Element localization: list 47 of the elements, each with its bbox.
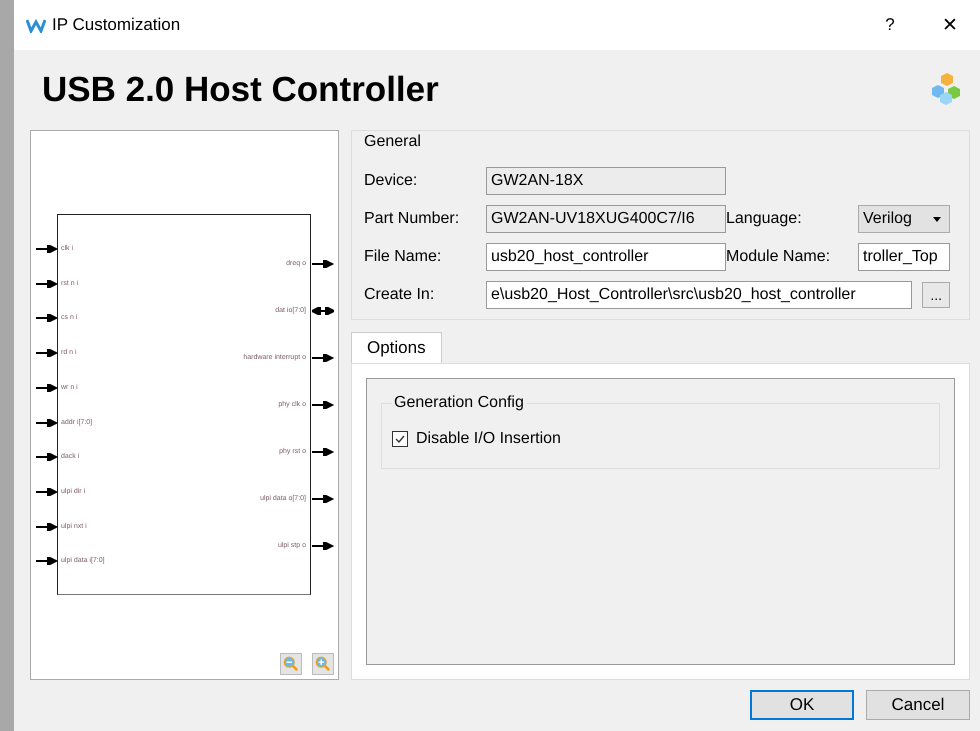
bidirectional-arrow-icon: [312, 307, 334, 315]
input-arrow-icon: [36, 349, 58, 358]
help-button[interactable]: ?: [860, 5, 920, 45]
caret-icon: [933, 216, 941, 222]
checkbox[interactable]: [392, 431, 408, 447]
browse-button[interactable]: ...: [922, 282, 950, 308]
output-arrow-icon: [312, 495, 334, 503]
device-field[interactable]: GW2AN-18X: [486, 167, 726, 195]
magnifier-minus-icon: [283, 656, 299, 672]
group-title: Generation Config: [392, 394, 526, 412]
checkbox-label: Disable I/O Insertion: [416, 430, 561, 448]
output-arrow-icon: [312, 401, 334, 409]
logo-icon: [26, 17, 46, 33]
ok-button[interactable]: OK: [750, 690, 854, 720]
input-arrow-icon: [36, 418, 58, 426]
cancel-button[interactable]: Cancel: [866, 690, 970, 720]
input-arrow-icon: [36, 314, 58, 322]
part-number-field[interactable]: GW2AN-UV18XUG400C7/I6: [486, 205, 726, 233]
module-name-field[interactable]: troller_Top: [858, 243, 950, 271]
input-arrow-icon: [36, 522, 58, 531]
input-arrow-icon: [36, 453, 58, 462]
options-tab[interactable]: Options: [351, 332, 442, 363]
checkmark-icon: [394, 433, 406, 445]
output-arrow-icon: [312, 542, 334, 550]
close-button[interactable]: ✕: [920, 5, 980, 45]
zoom-out-button[interactable]: [280, 653, 302, 675]
output-arrow-icon: [312, 354, 334, 362]
field-label: File Name:: [364, 248, 442, 266]
file-name-field[interactable]: usb20_host_controller: [486, 243, 726, 271]
zoom-in-button[interactable]: [312, 653, 334, 675]
field-label: Device:: [364, 172, 418, 190]
page-heading: USB 2.0 Host Controller: [42, 70, 439, 110]
input-arrow-icon: [36, 245, 58, 253]
input-arrow-icon: [36, 280, 58, 288]
magnifier-plus-icon: [315, 656, 331, 672]
field-label: Part Number:: [364, 210, 460, 228]
window-title: IP Customization: [52, 15, 180, 35]
language-dropdown[interactable]: Verilog: [858, 205, 950, 233]
input-arrow-icon: [36, 557, 58, 566]
field-label: Module Name:: [726, 248, 832, 266]
field-label: Language:: [726, 210, 803, 228]
field-label: Create In:: [364, 286, 436, 304]
output-arrow-icon: [312, 260, 334, 268]
input-arrow-icon: [36, 488, 58, 496]
input-arrow-icon: [36, 384, 58, 392]
create-in-field[interactable]: e\usb20_Host_Controller\src\usb20_host_controller: [486, 281, 912, 309]
output-arrow-icon: [312, 448, 334, 456]
